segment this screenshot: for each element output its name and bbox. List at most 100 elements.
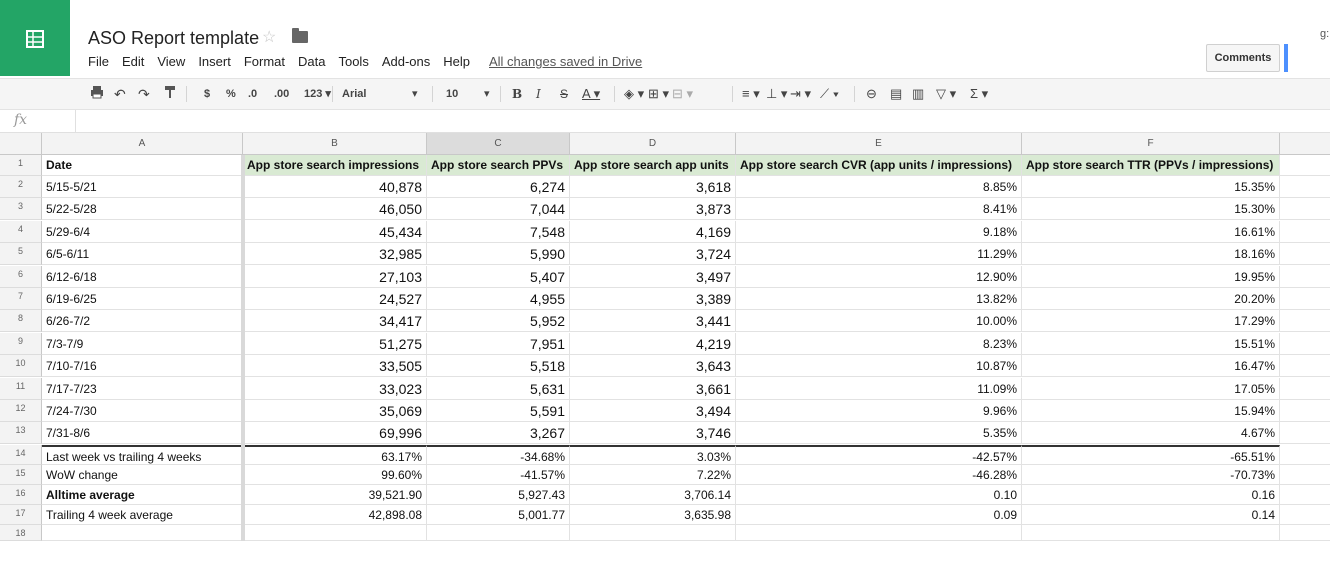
grid-cell[interactable]: 17.29% — [1022, 310, 1280, 332]
row-header[interactable]: 2 — [0, 176, 42, 198]
grid-cell[interactable]: Last week vs trailing 4 weeks — [42, 445, 243, 465]
grid-cell[interactable]: 7/3-7/9 — [42, 333, 243, 355]
grid-cell[interactable]: 10.00% — [736, 310, 1022, 332]
menu-help[interactable]: Help — [443, 54, 470, 69]
horizontal-align-icon[interactable]: ≡ ▾ — [742, 85, 760, 103]
row-header[interactable]: 1 — [0, 155, 42, 176]
grid-cell[interactable] — [736, 525, 1022, 541]
grid-cell[interactable]: 20.20% — [1022, 288, 1280, 310]
folder-icon[interactable] — [292, 28, 308, 43]
grid-cell[interactable]: 46,050 — [243, 198, 427, 220]
grid-cell[interactable]: 5,952 — [427, 310, 570, 332]
grid-cell[interactable] — [1022, 525, 1280, 541]
grid-cell[interactable]: 45,434 — [243, 221, 427, 243]
save-status-link[interactable]: All changes saved in Drive — [489, 54, 642, 69]
grid-cell[interactable]: 12.90% — [736, 266, 1022, 288]
menu-file[interactable]: File — [88, 54, 109, 69]
select-all-corner[interactable] — [0, 133, 42, 155]
grid-cell[interactable]: 51,275 — [243, 333, 427, 355]
grid-cell[interactable] — [1280, 198, 1330, 220]
column-header-e[interactable]: E — [736, 133, 1022, 155]
grid-cell[interactable]: 63.17% — [243, 445, 427, 465]
insert-comment-icon[interactable]: ▤ — [890, 85, 902, 103]
row-header[interactable]: 15 — [0, 465, 42, 485]
text-wrap-icon[interactable]: ⇥ ▾ — [790, 85, 811, 103]
grid-cell[interactable]: 5,927.43 — [427, 485, 570, 505]
grid-cell[interactable]: -70.73% — [1022, 465, 1280, 485]
grid-cell[interactable] — [1280, 155, 1330, 176]
grid-cell[interactable]: 3,643 — [570, 355, 736, 377]
row-header[interactable]: 4 — [0, 221, 42, 243]
column-header-g[interactable] — [1280, 133, 1330, 155]
row-header[interactable]: 8 — [0, 310, 42, 332]
row-header[interactable]: 16 — [0, 485, 42, 505]
currency-format-button[interactable]: $ — [204, 85, 210, 103]
star-icon[interactable]: ☆ — [262, 27, 276, 47]
column-header-b[interactable]: B — [243, 133, 427, 155]
document-title[interactable]: ASO Report template — [88, 28, 259, 49]
header-cell[interactable]: App store search TTR (PPVs / impressions… — [1022, 155, 1280, 176]
percent-format-button[interactable]: % — [226, 85, 236, 103]
row-header[interactable]: 7 — [0, 288, 42, 310]
grid-cell[interactable]: -34.68% — [427, 445, 570, 465]
chevron-down-icon[interactable]: ▾ — [484, 85, 490, 103]
grid-cell[interactable]: 4,955 — [427, 288, 570, 310]
grid-cell[interactable]: Trailing 4 week average — [42, 505, 243, 525]
grid-cell[interactable] — [1280, 445, 1330, 465]
row-header[interactable]: 13 — [0, 422, 42, 444]
grid-cell[interactable]: 3,706.14 — [570, 485, 736, 505]
grid-cell[interactable]: 7,951 — [427, 333, 570, 355]
grid-cell[interactable]: 5,001.77 — [427, 505, 570, 525]
grid-cell[interactable]: 3,746 — [570, 422, 736, 444]
italic-button[interactable]: I — [536, 85, 541, 103]
menu-view[interactable]: View — [157, 54, 185, 69]
text-color-button[interactable]: A ▾ — [582, 85, 600, 103]
row-header[interactable]: 5 — [0, 243, 42, 265]
grid-cell[interactable]: 10.87% — [736, 355, 1022, 377]
undo-icon[interactable]: ↶ — [114, 85, 126, 103]
grid-cell[interactable]: 69,996 — [243, 422, 427, 444]
grid-cell[interactable] — [1280, 176, 1330, 198]
grid-cell[interactable]: 15.51% — [1022, 333, 1280, 355]
font-family-dropdown[interactable]: Arial — [342, 85, 366, 103]
grid-cell[interactable]: 0.14 — [1022, 505, 1280, 525]
grid-cell[interactable]: 3,873 — [570, 198, 736, 220]
grid-cell[interactable]: 7/10-7/16 — [42, 355, 243, 377]
grid-cell[interactable]: -41.57% — [427, 465, 570, 485]
grid-cell[interactable]: 0.16 — [1022, 485, 1280, 505]
grid-cell[interactable]: 33,505 — [243, 355, 427, 377]
grid-cell[interactable]: 9.18% — [736, 221, 1022, 243]
grid-cell[interactable]: WoW change — [42, 465, 243, 485]
grid-cell[interactable] — [1280, 465, 1330, 485]
grid-cell[interactable]: 3,661 — [570, 378, 736, 400]
grid-cell[interactable] — [1280, 221, 1330, 243]
row-header[interactable]: 11 — [0, 378, 42, 400]
grid-cell[interactable]: 3,267 — [427, 422, 570, 444]
grid-cell[interactable] — [1280, 243, 1330, 265]
formula-bar[interactable]: fx — [0, 110, 1330, 133]
grid-cell[interactable]: 0.10 — [736, 485, 1022, 505]
merge-cells-icon[interactable]: ⊟ ▾ — [672, 85, 693, 103]
grid-cell[interactable]: 7,044 — [427, 198, 570, 220]
grid-cell[interactable] — [1280, 525, 1330, 541]
strikethrough-button[interactable]: S — [560, 85, 568, 103]
menu-tools[interactable]: Tools — [338, 54, 368, 69]
grid-cell[interactable]: 5,407 — [427, 266, 570, 288]
grid-cell[interactable]: 3,494 — [570, 400, 736, 422]
grid-cell[interactable]: 15.94% — [1022, 400, 1280, 422]
grid-cell[interactable]: 7.22% — [570, 465, 736, 485]
row-header[interactable]: 18 — [0, 525, 42, 541]
grid-cell[interactable]: 3,618 — [570, 176, 736, 198]
grid-cell[interactable] — [1280, 505, 1330, 525]
menu-edit[interactable]: Edit — [122, 54, 144, 69]
grid-cell[interactable]: 6,274 — [427, 176, 570, 198]
header-cell[interactable]: Date — [42, 155, 243, 176]
grid-cell[interactable] — [1280, 288, 1330, 310]
menu-insert[interactable]: Insert — [198, 54, 231, 69]
grid-cell[interactable]: 5,518 — [427, 355, 570, 377]
insert-link-icon[interactable]: ⊖ — [866, 85, 877, 103]
borders-icon[interactable]: ⊞ ▾ — [648, 85, 669, 103]
paint-format-icon[interactable] — [164, 85, 176, 103]
grid-cell[interactable]: 6/5-6/11 — [42, 243, 243, 265]
chevron-down-icon[interactable]: ▾ — [412, 85, 418, 103]
